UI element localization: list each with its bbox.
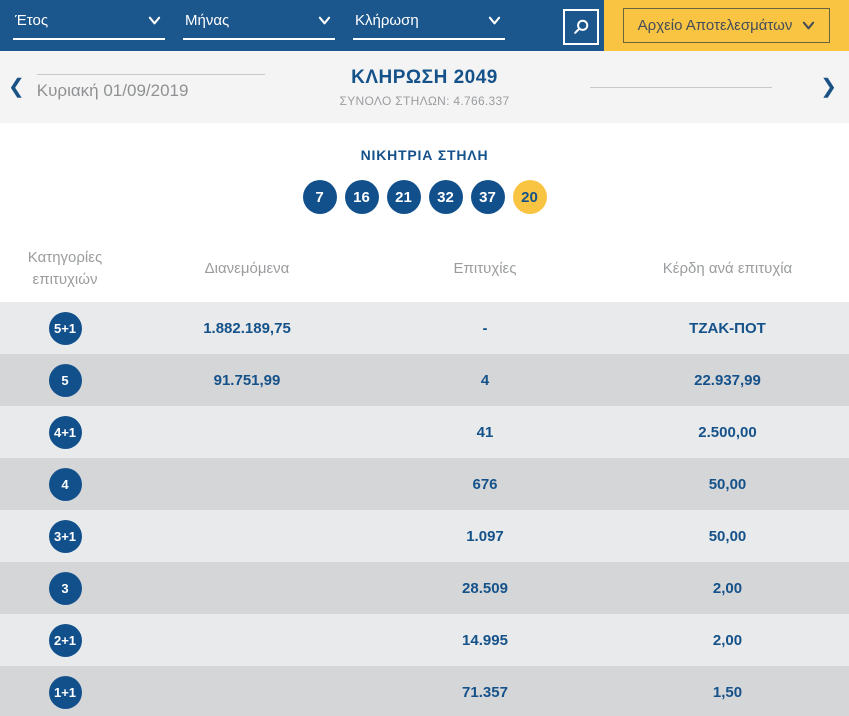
draw-title-block: ΚΛΗΡΩΣΗ 2049 ΣΥΝΟΛΟ ΣΤΗΛΩΝ: 4.766.337 bbox=[300, 67, 549, 108]
year-dropdown[interactable]: Έτος bbox=[13, 10, 165, 40]
column-header-winners: Επιτυχίες bbox=[364, 258, 606, 281]
prize-table-body: 5+1 1.882.189,75 - ΤΖΑΚ-ΠΟΤ 5 91.751,99 … bbox=[0, 302, 849, 716]
previous-draw-arrow[interactable]: ❮ bbox=[8, 77, 25, 97]
search-button[interactable] bbox=[563, 9, 599, 45]
distributed-cell: 1.882.189,75 bbox=[130, 320, 364, 337]
prize-cell: 1,50 bbox=[606, 684, 849, 701]
table-row: 3+1 1.097 50,00 bbox=[0, 510, 849, 562]
joker-number-ball: 20 bbox=[513, 180, 547, 214]
table-row: 4+1 41 2.500,00 bbox=[0, 406, 849, 458]
draw-title: ΚΛΗΡΩΣΗ 2049 bbox=[300, 67, 549, 89]
winning-number-ball: 7 bbox=[303, 180, 337, 214]
category-badge: 2+1 bbox=[49, 624, 82, 657]
category-badge: 5+1 bbox=[49, 312, 82, 345]
chevron-down-icon bbox=[318, 14, 331, 27]
winners-cell: 4 bbox=[364, 372, 606, 389]
draw-dropdown-label: Κλήρωση bbox=[355, 12, 419, 29]
draw-date: Κυριακή 01/09/2019 bbox=[37, 81, 265, 101]
category-cell: 3+1 bbox=[0, 520, 130, 553]
category-badge: 4+1 bbox=[49, 416, 82, 449]
table-row: 2+1 14.995 2,00 bbox=[0, 614, 849, 666]
chevron-down-icon bbox=[488, 14, 501, 27]
prize-cell: 2,00 bbox=[606, 580, 849, 597]
divider-line bbox=[37, 74, 265, 75]
category-badge: 3+1 bbox=[49, 520, 82, 553]
winning-number-ball: 16 bbox=[345, 180, 379, 214]
category-badge: 5 bbox=[49, 364, 82, 397]
archive-section: Αρχείο Αποτελεσμάτων bbox=[604, 0, 849, 51]
prize-cell: ΤΖΑΚ-ΠΟΤ bbox=[606, 320, 849, 337]
previous-draw-area: ❮ Κυριακή 01/09/2019 bbox=[0, 74, 300, 101]
winners-cell: 1.097 bbox=[364, 528, 606, 545]
category-cell: 2+1 bbox=[0, 624, 130, 657]
prize-cell: 22.937,99 bbox=[606, 372, 849, 389]
prize-cell: 2,00 bbox=[606, 632, 849, 649]
category-cell: 5 bbox=[0, 364, 130, 397]
column-header-prize: Κέρδη ανά επιτυχία bbox=[606, 258, 849, 281]
prize-table-header: Κατηγορίες επιτυχιών Διανεμόμενα Επιτυχί… bbox=[0, 236, 849, 302]
month-dropdown[interactable]: Μήνας bbox=[183, 10, 335, 40]
magnifier-icon bbox=[571, 17, 591, 37]
winners-cell: - bbox=[364, 320, 606, 337]
table-row: 5+1 1.882.189,75 - ΤΖΑΚ-ΠΟΤ bbox=[0, 302, 849, 354]
winners-cell: 676 bbox=[364, 476, 606, 493]
column-header-categories: Κατηγορίες επιτυχιών bbox=[19, 247, 111, 292]
table-row: 5 91.751,99 4 22.937,99 bbox=[0, 354, 849, 406]
draw-date-block: Κυριακή 01/09/2019 bbox=[37, 74, 265, 101]
winning-numbers: 7 16 21 32 37 20 bbox=[0, 180, 849, 214]
category-cell: 1+1 bbox=[0, 676, 130, 709]
results-archive-label: Αρχείο Αποτελεσμάτων bbox=[638, 17, 793, 34]
category-badge: 4 bbox=[49, 468, 82, 501]
prize-cell: 2.500,00 bbox=[606, 424, 849, 441]
next-draw-area: ❯ bbox=[549, 77, 849, 97]
draw-header: ❮ Κυριακή 01/09/2019 ΚΛΗΡΩΣΗ 2049 ΣΥΝΟΛΟ… bbox=[0, 51, 849, 123]
draw-dropdown[interactable]: Κλήρωση bbox=[353, 10, 505, 40]
category-cell: 3 bbox=[0, 572, 130, 605]
chevron-down-icon bbox=[148, 14, 161, 27]
column-header-distributed: Διανεμόμενα bbox=[130, 258, 364, 281]
winning-column-title: ΝΙΚΗΤΡΙΑ ΣΤΗΛΗ bbox=[0, 147, 849, 163]
table-row: 4 676 50,00 bbox=[0, 458, 849, 510]
winners-cell: 41 bbox=[364, 424, 606, 441]
category-cell: 4+1 bbox=[0, 416, 130, 449]
category-badge: 1+1 bbox=[49, 676, 82, 709]
category-badge: 3 bbox=[49, 572, 82, 605]
winners-cell: 28.509 bbox=[364, 580, 606, 597]
winning-numbers-section: ΝΙΚΗΤΡΙΑ ΣΤΗΛΗ 7 16 21 32 37 20 bbox=[0, 123, 849, 236]
results-archive-button[interactable]: Αρχείο Αποτελεσμάτων bbox=[623, 8, 831, 43]
year-dropdown-label: Έτος bbox=[15, 12, 48, 29]
distributed-cell: 91.751,99 bbox=[130, 372, 364, 389]
winning-number-ball: 32 bbox=[429, 180, 463, 214]
prize-table: Κατηγορίες επιτυχιών Διανεμόμενα Επιτυχί… bbox=[0, 236, 849, 716]
total-columns-label: ΣΥΝΟΛΟ ΣΤΗΛΩΝ: 4.766.337 bbox=[300, 94, 549, 108]
winning-number-ball: 21 bbox=[387, 180, 421, 214]
filter-bar: Έτος Μήνας Κλήρωση Αρχείο Αποτελεσμάτων bbox=[0, 0, 849, 51]
winning-number-ball: 37 bbox=[471, 180, 505, 214]
filter-bar-blue-section: Έτος Μήνας Κλήρωση bbox=[0, 0, 604, 51]
prize-cell: 50,00 bbox=[606, 476, 849, 493]
prize-cell: 50,00 bbox=[606, 528, 849, 545]
winners-cell: 14.995 bbox=[364, 632, 606, 649]
category-cell: 5+1 bbox=[0, 312, 130, 345]
table-row: 1+1 71.357 1,50 bbox=[0, 666, 849, 716]
divider-line bbox=[590, 87, 772, 88]
winners-cell: 71.357 bbox=[364, 684, 606, 701]
chevron-down-icon bbox=[802, 19, 815, 32]
next-draw-arrow[interactable]: ❯ bbox=[820, 77, 837, 97]
category-cell: 4 bbox=[0, 468, 130, 501]
table-row: 3 28.509 2,00 bbox=[0, 562, 849, 614]
month-dropdown-label: Μήνας bbox=[185, 12, 229, 29]
